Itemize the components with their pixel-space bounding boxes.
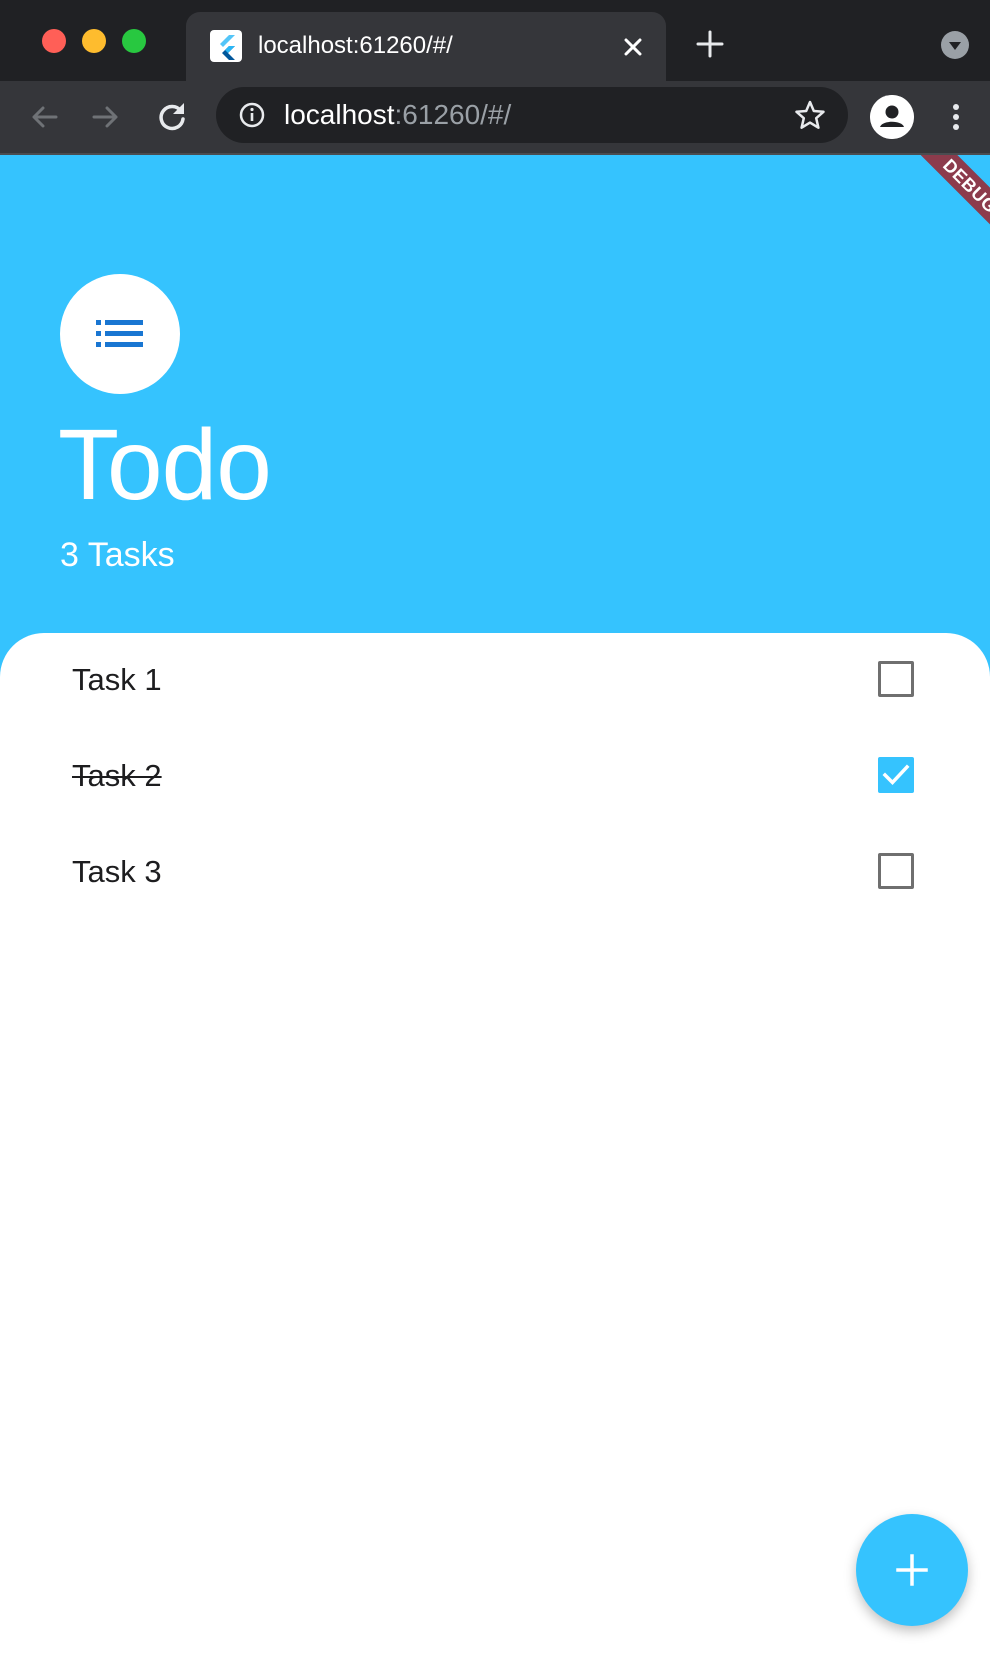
arrow-left-icon [32,106,58,128]
url-text: localhost:61260/#/ [284,97,511,133]
task-checkbox[interactable] [878,661,914,697]
task-list-panel: Task 1 Task 2 Task 3 [0,633,990,1654]
browser-toolbar: localhost:61260/#/ [0,81,990,155]
close-window-button[interactable] [42,29,66,53]
browser-menu-button[interactable] [944,95,968,139]
reload-icon [159,103,185,131]
minimize-window-button[interactable] [82,29,106,53]
task-row[interactable]: Task 2 [0,729,990,825]
back-button[interactable] [22,95,66,139]
task-count: 3 Tasks [60,536,175,574]
reload-button[interactable] [150,95,194,139]
arrow-right-icon [92,106,118,128]
page-title: Todo [58,409,272,521]
task-label: Task 3 [72,854,162,889]
browser-titlebar: localhost:61260/#/ [0,0,990,81]
person-icon [870,95,914,139]
url-host: localhost [284,99,395,130]
plus-icon [896,1554,928,1586]
tab-search-button[interactable] [941,31,969,59]
star-icon[interactable] [794,99,826,131]
forward-button[interactable] [84,95,128,139]
header-avatar [60,274,180,394]
info-icon[interactable] [238,101,266,129]
tab-title: localhost:61260/#/ [258,32,453,59]
close-tab-button[interactable] [618,32,648,62]
app-viewport: DEBUG Todo 3 Tasks Task 1 Task 2 Task 3 [0,155,990,1654]
maximize-window-button[interactable] [122,29,146,53]
plus-icon [696,30,724,58]
list-icon [96,320,143,347]
profile-button[interactable] [870,95,914,139]
address-bar[interactable]: localhost:61260/#/ [216,87,848,143]
task-row[interactable]: Task 3 [0,825,990,921]
task-checkbox[interactable] [878,853,914,889]
task-checkbox[interactable] [878,757,914,793]
kebab-menu-icon [953,104,959,130]
task-row[interactable]: Task 1 [0,633,990,729]
url-path: :61260/#/ [394,99,512,130]
new-tab-button[interactable] [692,26,728,62]
browser-tab[interactable]: localhost:61260/#/ [186,12,666,81]
flutter-logo-icon [210,30,242,62]
task-label: Task 2 [72,758,162,793]
close-icon [624,38,642,56]
task-label: Task 1 [72,662,162,697]
checkmark-icon [882,764,910,786]
add-task-button[interactable] [856,1514,968,1626]
debug-banner: DEBUG [897,155,990,259]
chevron-down-icon [949,42,961,50]
